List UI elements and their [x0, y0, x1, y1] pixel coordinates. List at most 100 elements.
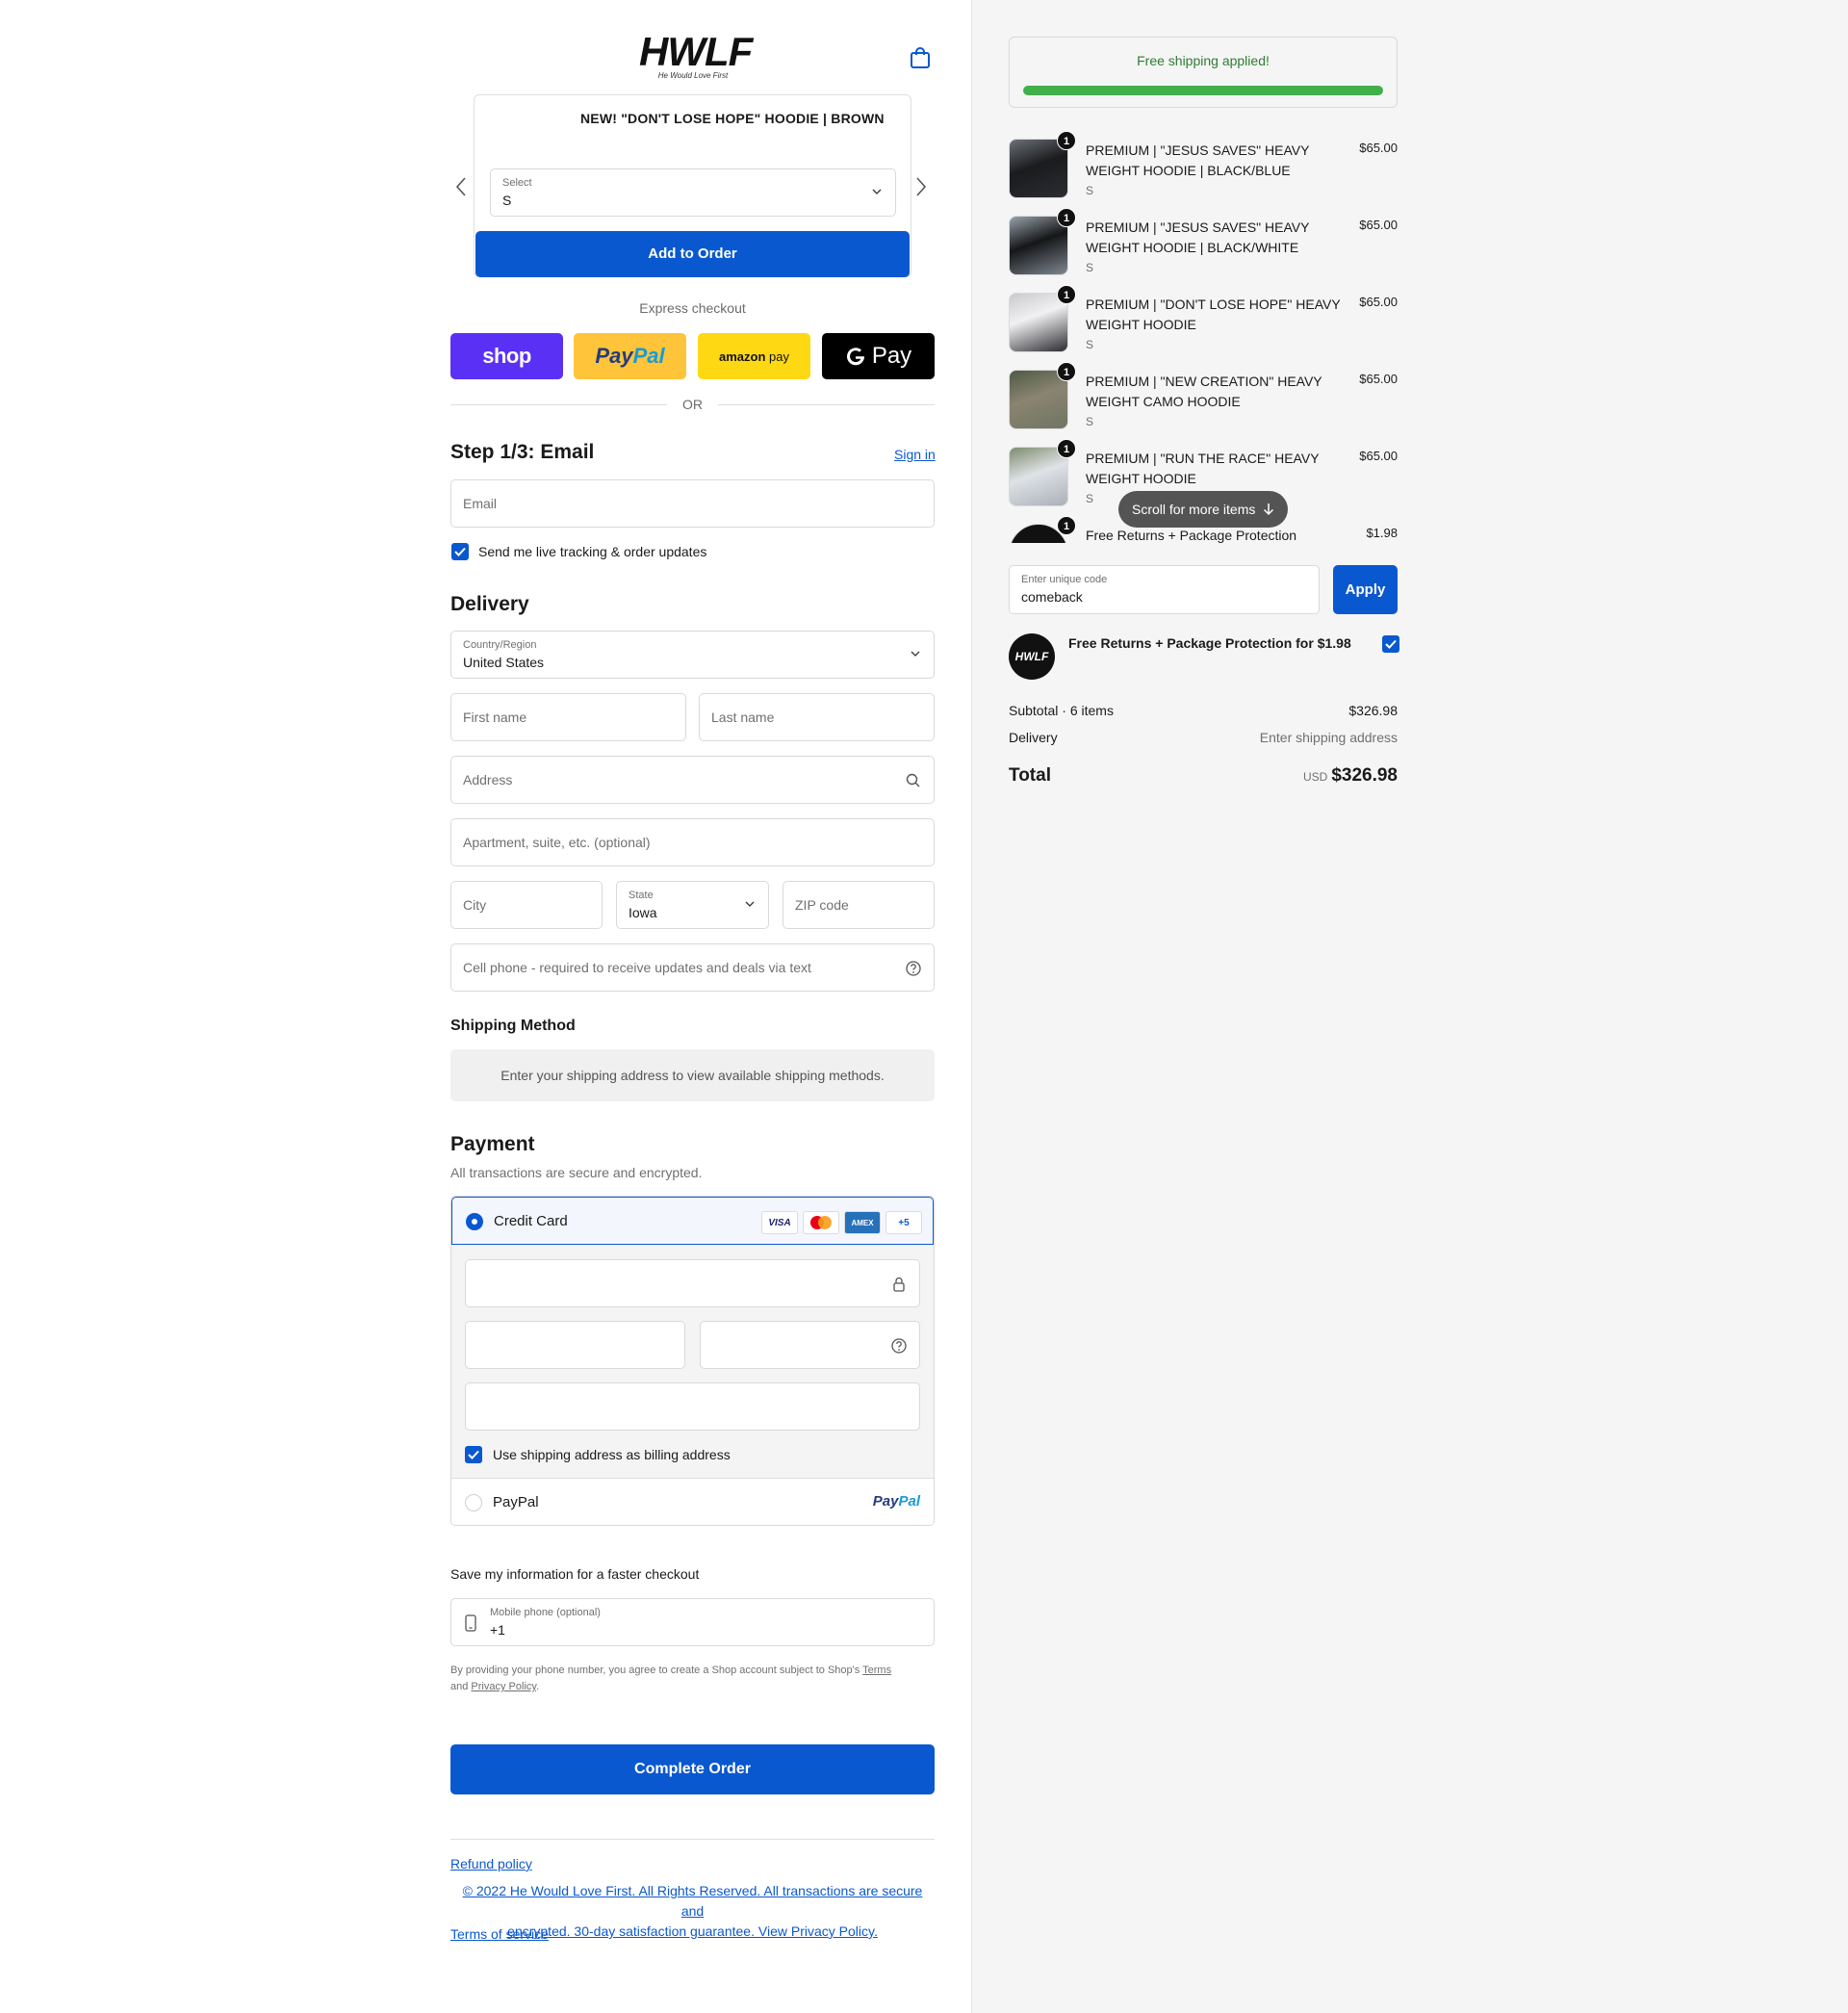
store-logo[interactable]: HWLF He Would Love First [639, 32, 753, 81]
phone-placeholder: Cell phone - required to receive updates… [463, 960, 811, 975]
amazon-pay-logo: amazon pay [719, 348, 789, 364]
credit-card-label: Credit Card [494, 1213, 568, 1229]
state-label: State [629, 890, 654, 901]
terms-link[interactable]: Terms [862, 1665, 891, 1676]
item-price: $65.00 [1359, 141, 1398, 155]
complete-order-button[interactable]: Complete Order [450, 1744, 935, 1794]
phone-field[interactable]: Cell phone - required to receive updates… [450, 943, 935, 992]
upsell-size-select[interactable]: Select S [490, 168, 896, 217]
paypal-radio[interactable] [465, 1494, 482, 1511]
select-value: S [502, 193, 512, 208]
chevron-down-icon [911, 651, 920, 657]
item-price: $65.00 [1359, 449, 1398, 463]
checkmark-icon [468, 1450, 479, 1459]
credit-card-form: Use shipping address as billing address [451, 1245, 934, 1479]
copyright-line-1: © 2022 He Would Love First. All Rights R… [462, 1883, 923, 1919]
apartment-field[interactable]: Apartment, suite, etc. (optional) [450, 818, 935, 866]
city-placeholder: City [463, 897, 487, 913]
legal-text: By providing your phone number, you agre… [450, 1663, 935, 1695]
protection-checkbox[interactable] [1382, 635, 1399, 653]
add-to-order-button[interactable]: Add to Order [475, 231, 910, 277]
search-icon [906, 773, 920, 787]
amazon-pay-button[interactable]: amazon pay [698, 333, 810, 379]
paypal-button[interactable]: PayPal [574, 333, 686, 379]
amex-icon: AMEX [844, 1211, 881, 1234]
apartment-placeholder: Apartment, suite, etc. (optional) [463, 835, 651, 850]
scroll-hint-text: Scroll for more items [1132, 502, 1256, 517]
card-name-field[interactable] [465, 1382, 920, 1431]
credit-card-option[interactable]: Credit Card VISA AMEX +5 [451, 1197, 934, 1245]
item-name: Free Returns + Package Protection [1086, 528, 1297, 543]
shop-pay-button[interactable]: shop [450, 333, 563, 379]
chevron-right-icon[interactable] [914, 176, 928, 197]
quantity-badge: 1 [1057, 439, 1076, 458]
item-price: $65.00 [1359, 372, 1398, 386]
country-label: Country/Region [463, 639, 537, 651]
item-variant: S [1086, 338, 1094, 351]
cart-bag-icon[interactable] [910, 46, 931, 69]
state-select[interactable]: State Iowa [616, 881, 769, 929]
select-label: Select [502, 177, 532, 189]
apply-button[interactable]: Apply [1333, 565, 1398, 614]
billing-label: Use shipping address as billing address [493, 1447, 731, 1462]
footer-divider [450, 1839, 935, 1840]
discount-code-field[interactable]: Enter unique code comeback [1009, 565, 1320, 614]
card-number-field[interactable] [465, 1259, 920, 1307]
item-name: PREMIUM | "NEW CREATION" HEAVY WEIGHT CAM… [1086, 374, 1322, 409]
subtotal-label: Subtotal · 6 items [1009, 703, 1114, 718]
paypal-option[interactable]: PayPal PayPal [451, 1479, 934, 1525]
shop-pay-logo: shop [482, 344, 531, 368]
checkmark-icon [454, 547, 466, 556]
subtotal-value: $326.98 [1348, 703, 1398, 718]
scroll-for-more-button[interactable]: Scroll for more items [1118, 491, 1288, 528]
discount-code-label: Enter unique code [1021, 574, 1108, 585]
mobile-phone-field[interactable]: Mobile phone (optional) +1 [450, 1598, 935, 1646]
last-name-placeholder: Last name [711, 710, 775, 725]
last-name-field[interactable]: Last name [699, 693, 935, 741]
help-circle-icon[interactable] [905, 960, 922, 977]
payment-title: Payment [450, 1133, 535, 1155]
google-pay-button[interactable]: Pay [822, 333, 935, 379]
protection-text: Free Returns + Package Protection for $1… [1068, 635, 1351, 651]
first-name-field[interactable]: First name [450, 693, 686, 741]
checkmark-icon [1385, 639, 1397, 649]
privacy-policy-link[interactable]: Privacy Policy [471, 1681, 536, 1692]
terms-of-service-link[interactable]: Terms of service [450, 1926, 549, 1942]
zip-field[interactable]: ZIP code [783, 881, 935, 929]
mastercard-icon [803, 1211, 839, 1234]
chevron-left-icon[interactable] [454, 176, 468, 197]
item-name: PREMIUM | "JESUS SAVES" HEAVY WEIGHT HOOD… [1086, 142, 1310, 178]
card-expiry-field[interactable] [465, 1321, 685, 1369]
free-shipping-text: Free shipping applied! [1137, 53, 1270, 68]
billing-checkbox[interactable] [465, 1446, 482, 1463]
email-placeholder: Email [463, 496, 498, 511]
quantity-badge: 1 [1057, 362, 1076, 381]
item-price: $65.00 [1359, 218, 1398, 232]
currency-code: USD [1302, 770, 1328, 784]
line-item: 1 PREMIUM | "JESUS SAVES" HEAVY WEIGHT HO… [1009, 208, 1398, 283]
address-field[interactable]: Address [450, 756, 935, 804]
quantity-badge: 1 [1057, 285, 1076, 304]
protection-logo: HWLF [1009, 633, 1055, 680]
address-placeholder: Address [463, 772, 513, 787]
subtotal-row: Subtotal · 6 items $326.98 [1009, 703, 1398, 718]
first-name-placeholder: First name [463, 710, 527, 725]
or-divider: OR [450, 395, 935, 414]
city-field[interactable]: City [450, 881, 603, 929]
credit-card-radio[interactable] [466, 1213, 483, 1230]
sign-in-link[interactable]: Sign in [894, 447, 936, 462]
email-field[interactable]: Email [450, 479, 935, 528]
country-select[interactable]: Country/Region United States [450, 631, 935, 679]
tracking-checkbox[interactable] [451, 543, 469, 560]
help-circle-icon[interactable] [890, 1337, 908, 1355]
payment-methods: Credit Card VISA AMEX +5 Use shipping ad… [450, 1196, 935, 1526]
total-amount: USD $326.98 [1303, 765, 1398, 787]
card-cvv-field[interactable] [700, 1321, 920, 1369]
zip-placeholder: ZIP code [795, 897, 849, 913]
refund-policy-link[interactable]: Refund policy [450, 1856, 532, 1871]
or-text: OR [682, 397, 703, 412]
item-variant: S [1086, 415, 1094, 428]
line-items-list[interactable]: 1 PREMIUM | "JESUS SAVES" HEAVY WEIGHT HO… [1001, 127, 1405, 543]
line-item: 1 PREMIUM | "JESUS SAVES" HEAVY WEIGHT HO… [1009, 131, 1398, 206]
chevron-down-icon [745, 901, 755, 907]
